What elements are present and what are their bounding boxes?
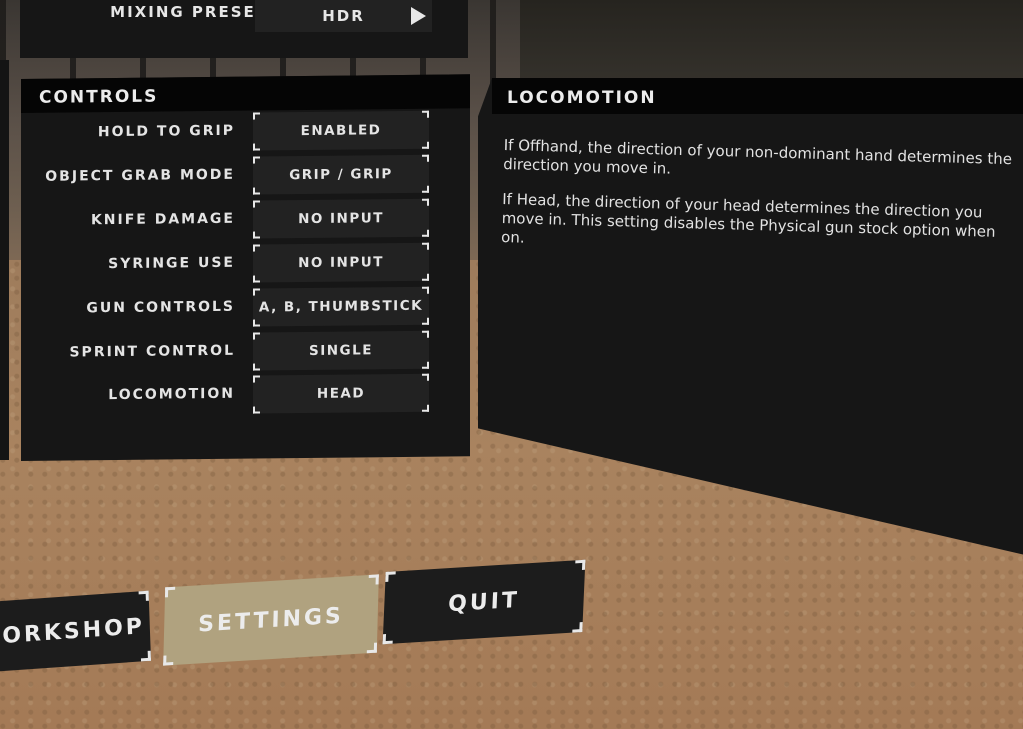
- corner-bracket-icon: [253, 200, 260, 208]
- play-triangle-icon[interactable]: [411, 7, 426, 25]
- corner-bracket-icon: [422, 361, 429, 369]
- setting-toggle-hold-to-grip[interactable]: ENABLED: [253, 110, 429, 151]
- corner-bracket-icon: [253, 112, 260, 120]
- corner-bracket-icon: [253, 275, 260, 283]
- corner-bracket-icon: [422, 317, 429, 325]
- setting-label: LOCOMOTION: [108, 385, 235, 404]
- corner-bracket-icon: [138, 590, 149, 602]
- setting-label: SYRINGE USE: [108, 254, 235, 273]
- setting-label: SPRINT CONTROL: [69, 342, 235, 361]
- setting-value: ENABLED: [300, 122, 382, 140]
- corner-bracket-icon: [140, 650, 152, 662]
- corner-bracket-icon: [253, 375, 260, 383]
- setting-value: HEAD: [316, 385, 366, 402]
- audio-panel: MIXING PRESET HDR: [20, 0, 468, 58]
- corner-bracket-icon: [422, 286, 429, 294]
- setting-row-sprint-control: SPRINT CONTROL SINGLE: [21, 330, 470, 375]
- controls-panel: CONTROLS HOLD TO GRIP ENABLED OBJECT GRA…: [21, 74, 470, 461]
- corner-bracket-icon: [253, 319, 260, 327]
- corner-bracket-icon: [368, 574, 379, 585]
- setting-toggle-knife-damage[interactable]: NO INPUT: [253, 198, 429, 239]
- corner-bracket-icon: [574, 559, 586, 571]
- controls-title: CONTROLS: [21, 74, 470, 113]
- corner-bracket-icon: [253, 363, 260, 371]
- quit-label: QUIT: [447, 587, 521, 617]
- settings-button[interactable]: SETTINGS: [163, 574, 379, 666]
- corner-bracket-icon: [253, 332, 260, 340]
- corner-bracket-icon: [422, 110, 429, 118]
- setting-value: SINGLE: [309, 342, 373, 359]
- description-paragraph: If Offhand, the direction of your non-do…: [502, 136, 1013, 178]
- setting-label: OBJECT GRAB MODE: [45, 166, 235, 185]
- corner-bracket-icon: [422, 273, 429, 281]
- corner-bracket-icon: [422, 242, 429, 250]
- setting-toggle-gun-controls[interactable]: A, B, THUMBSTICK: [253, 286, 429, 327]
- corner-bracket-icon: [253, 231, 260, 239]
- locomotion-info-description: If Offhand, the direction of your non-do…: [500, 136, 1023, 277]
- corner-bracket-icon: [572, 622, 583, 633]
- quit-button[interactable]: QUIT: [382, 559, 586, 645]
- corner-bracket-icon: [382, 633, 394, 645]
- corner-bracket-icon: [422, 373, 429, 381]
- corner-bracket-icon: [422, 154, 429, 162]
- corner-bracket-icon: [253, 187, 260, 195]
- corner-bracket-icon: [253, 244, 260, 252]
- corner-bracket-icon: [385, 571, 396, 582]
- description-paragraph: If Head, the direction of your head dete…: [500, 189, 996, 247]
- setting-toggle-sprint-control[interactable]: SINGLE: [253, 330, 429, 371]
- side-panel-edge: [0, 60, 9, 460]
- corner-bracket-icon: [422, 404, 429, 412]
- setting-label: GUN CONTROLS: [86, 298, 235, 317]
- setting-row-object-grab-mode: OBJECT GRAB MODE GRIP / GRIP: [21, 154, 470, 199]
- corner-bracket-icon: [422, 229, 429, 237]
- workshop-button[interactable]: WORKSHOP: [0, 590, 152, 674]
- setting-value: GRIP / GRIP: [289, 166, 393, 184]
- corner-bracket-icon: [253, 143, 260, 151]
- setting-row-gun-controls: GUN CONTROLS A, B, THUMBSTICK: [21, 286, 470, 331]
- setting-row-syringe-use: SYRINGE USE NO INPUT: [21, 242, 470, 287]
- settings-label: SETTINGS: [197, 603, 345, 637]
- setting-value: A, B, THUMBSTICK: [258, 297, 424, 316]
- mixing-preset-label: MIXING PRESET: [110, 3, 268, 21]
- corner-bracket-icon: [163, 655, 174, 666]
- corner-bracket-icon: [422, 141, 429, 149]
- corner-bracket-icon: [253, 288, 260, 296]
- setting-toggle-locomotion[interactable]: HEAD: [253, 373, 429, 414]
- mixing-preset-selector[interactable]: HDR: [255, 0, 432, 32]
- setting-value: NO INPUT: [298, 210, 384, 228]
- corner-bracket-icon: [422, 185, 429, 193]
- corner-bracket-icon: [253, 406, 260, 414]
- workshop-label: WORKSHOP: [0, 613, 146, 651]
- setting-toggle-syringe-use[interactable]: NO INPUT: [253, 242, 429, 283]
- corner-bracket-icon: [164, 586, 176, 598]
- setting-label: KNIFE DAMAGE: [90, 210, 235, 229]
- corner-bracket-icon: [422, 198, 429, 206]
- corner-bracket-icon: [422, 330, 429, 338]
- setting-row-knife-damage: KNIFE DAMAGE NO INPUT: [21, 198, 470, 243]
- locomotion-info-title: LOCOMOTION: [492, 78, 1023, 114]
- setting-toggle-object-grab-mode[interactable]: GRIP / GRIP: [253, 154, 429, 195]
- setting-label: HOLD TO GRIP: [97, 122, 235, 141]
- setting-row-locomotion: LOCOMOTION HEAD: [21, 373, 470, 418]
- corner-bracket-icon: [253, 156, 260, 164]
- setting-value: NO INPUT: [298, 254, 384, 272]
- corner-bracket-icon: [366, 642, 378, 654]
- mixing-preset-value: HDR: [322, 7, 365, 25]
- setting-row-hold-to-grip: HOLD TO GRIP ENABLED: [21, 110, 470, 155]
